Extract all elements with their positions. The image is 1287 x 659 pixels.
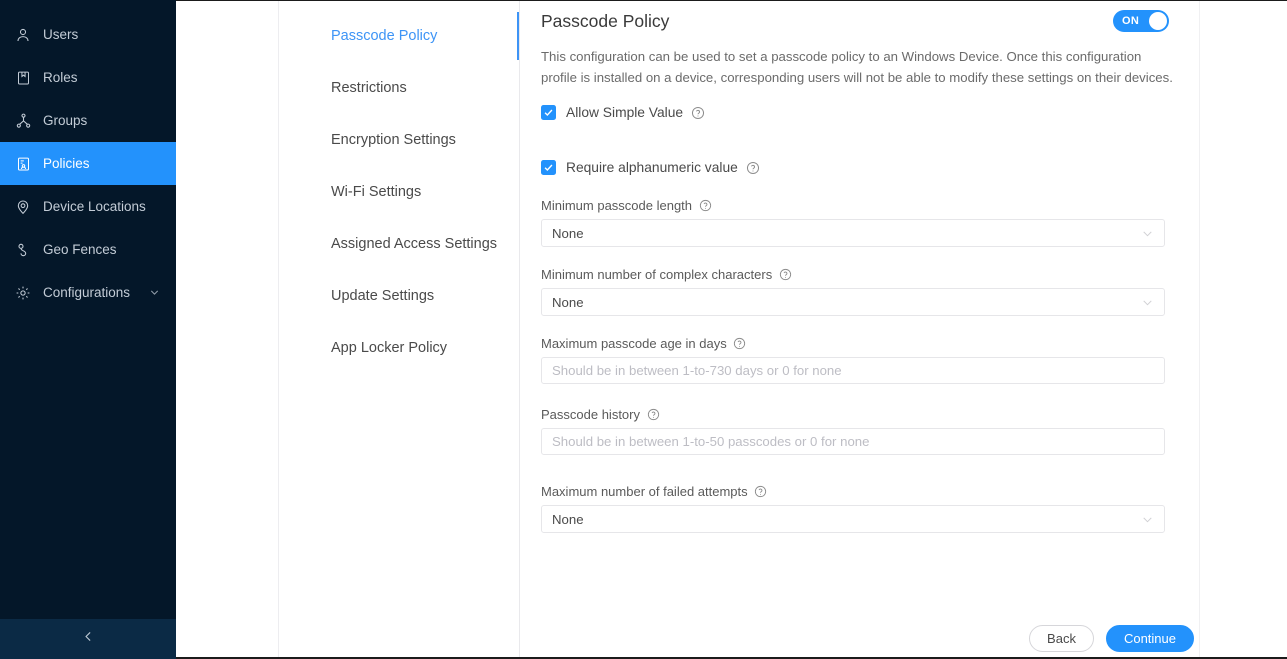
sidebar-nav-list: Users Roles Groups Policies Device Locat… (0, 0, 176, 619)
help-circle-icon[interactable] (691, 106, 705, 120)
help-circle-icon[interactable] (754, 485, 768, 499)
sidebar-item-device-locations[interactable]: Device Locations (0, 185, 176, 228)
subnav-item-wifi-settings[interactable]: Wi-Fi Settings (279, 166, 519, 218)
selected-value: None (552, 225, 584, 241)
passcode-history-input[interactable]: Should be in between 1-to-50 passcodes o… (541, 428, 1165, 455)
user-icon (14, 26, 32, 44)
sidebar-item-label: Configurations (43, 285, 131, 300)
back-button[interactable]: Back (1029, 625, 1094, 652)
maximum-failed-attempts-label: Maximum number of failed attempts (541, 484, 748, 499)
input-placeholder: Should be in between 1-to-50 passcodes o… (552, 434, 870, 449)
maximum-failed-attempts-select[interactable]: None (541, 505, 1165, 533)
input-placeholder: Should be in between 1-to-730 days or 0 … (552, 363, 842, 378)
minimum-complex-characters-select[interactable]: None (541, 288, 1165, 316)
maximum-passcode-age-input[interactable]: Should be in between 1-to-730 days or 0 … (541, 357, 1165, 384)
minimum-complex-characters-label: Minimum number of complex characters (541, 267, 773, 282)
chevron-down-icon (1141, 227, 1154, 240)
sidebar-item-roles[interactable]: Roles (0, 56, 176, 99)
minimum-complex-characters-field: Minimum number of complex characters Non… (541, 267, 1287, 316)
sidebar-item-geo-fences[interactable]: Geo Fences (0, 228, 176, 271)
sidebar-item-label: Policies (43, 156, 90, 171)
policies-icon (14, 155, 32, 173)
field-label-row: Maximum number of failed attempts (541, 484, 1287, 499)
allow-simple-value-checkbox[interactable] (541, 105, 556, 120)
maximum-passcode-age-label: Maximum passcode age in days (541, 336, 727, 351)
sidebar-item-label: Device Locations (43, 199, 146, 214)
minimum-passcode-length-field: Minimum passcode length None (541, 198, 1287, 247)
sidebar-item-label: Groups (43, 113, 88, 128)
sidebar-item-groups[interactable]: Groups (0, 99, 176, 142)
sidebar-item-label: Roles (43, 70, 78, 85)
gear-icon (14, 284, 32, 302)
passcode-history-field: Passcode history Should be in between 1-… (541, 407, 1287, 455)
sidebar-item-policies[interactable]: Policies (0, 142, 176, 185)
chevron-down-icon (1141, 513, 1154, 526)
allow-simple-value-label: Allow Simple Value (566, 105, 684, 120)
sidebar-item-label: Geo Fences (43, 242, 117, 257)
require-alphanumeric-checkbox[interactable] (541, 160, 556, 175)
subnav-item-passcode-policy[interactable]: Passcode Policy (279, 10, 519, 62)
help-circle-icon[interactable] (733, 337, 747, 351)
policy-section-nav: Passcode Policy Restrictions Encryption … (279, 0, 519, 659)
subnav-item-label: Assigned Access Settings (331, 236, 498, 252)
subnav-item-restrictions[interactable]: Restrictions (279, 62, 519, 114)
chevron-left-icon (82, 630, 95, 648)
subnav-item-encryption-settings[interactable]: Encryption Settings (279, 114, 519, 166)
subnav-item-app-locker-policy[interactable]: App Locker Policy (279, 322, 519, 374)
panel-header: Passcode Policy ON (541, 6, 1169, 36)
policy-enable-toggle[interactable]: ON (1113, 10, 1169, 32)
continue-button[interactable]: Continue (1105, 625, 1194, 652)
sidebar-item-label: Users (43, 27, 79, 42)
help-circle-icon[interactable] (778, 268, 792, 282)
page-title: Passcode Policy (541, 10, 670, 31)
help-circle-icon[interactable] (698, 199, 712, 213)
subnav-item-assigned-access-settings[interactable]: Assigned Access Settings (279, 218, 519, 270)
sidebar-item-configurations[interactable]: Configurations (0, 271, 176, 314)
field-label-row: Passcode history (541, 407, 1287, 422)
passcode-policy-form: Passcode Policy ON This configuration ca… (520, 0, 1287, 533)
subnav-item-label: Update Settings (331, 288, 435, 304)
selected-value: None (552, 511, 584, 527)
allow-simple-value-row[interactable]: Allow Simple Value (541, 105, 1287, 120)
field-label-row: Minimum number of complex characters (541, 267, 1287, 282)
field-label-row: Minimum passcode length (541, 198, 1287, 213)
roles-icon (14, 69, 32, 87)
form-footer-actions: Back Continue (1029, 625, 1194, 652)
require-alphanumeric-row[interactable]: Require alphanumeric value (541, 160, 1287, 175)
main-panel: Passcode Policy ON This configuration ca… (519, 0, 1287, 659)
location-pin-icon (14, 198, 32, 216)
help-circle-icon[interactable] (646, 408, 660, 422)
maximum-failed-attempts-field: Maximum number of failed attempts None (541, 484, 1287, 533)
chevron-down-icon (1141, 296, 1154, 309)
toggle-knob (1149, 12, 1167, 30)
subnav-item-label: Restrictions (331, 80, 407, 96)
selected-value: None (552, 294, 584, 310)
sidebar-collapse-button[interactable] (0, 619, 176, 659)
subnav-item-label: Passcode Policy (331, 28, 438, 44)
panel-description: This configuration can be used to set a … (541, 49, 1173, 85)
groups-icon (14, 112, 32, 130)
subnav-item-update-settings[interactable]: Update Settings (279, 270, 519, 322)
require-alphanumeric-label: Require alphanumeric value (566, 160, 738, 175)
window-top-border (176, 0, 1287, 1)
subnav-item-label: App Locker Policy (331, 340, 448, 356)
help-circle-icon[interactable] (746, 161, 760, 175)
geo-fence-icon (14, 241, 32, 259)
primary-sidebar: Users Roles Groups Policies Device Locat… (0, 0, 176, 659)
toggle-state-label: ON (1122, 15, 1140, 27)
field-label-row: Maximum passcode age in days (541, 336, 1287, 351)
subnav-item-label: Wi-Fi Settings (331, 184, 422, 200)
chevron-down-icon (149, 287, 160, 298)
minimum-passcode-length-select[interactable]: None (541, 219, 1165, 247)
maximum-passcode-age-field: Maximum passcode age in days Should be i… (541, 336, 1287, 384)
minimum-passcode-length-label: Minimum passcode length (541, 198, 693, 213)
passcode-history-label: Passcode history (541, 407, 640, 422)
app-root: Users Roles Groups Policies Device Locat… (0, 0, 1287, 659)
subnav-item-label: Encryption Settings (331, 132, 456, 148)
sidebar-content-gap (176, 0, 279, 659)
sidebar-item-users[interactable]: Users (0, 13, 176, 56)
